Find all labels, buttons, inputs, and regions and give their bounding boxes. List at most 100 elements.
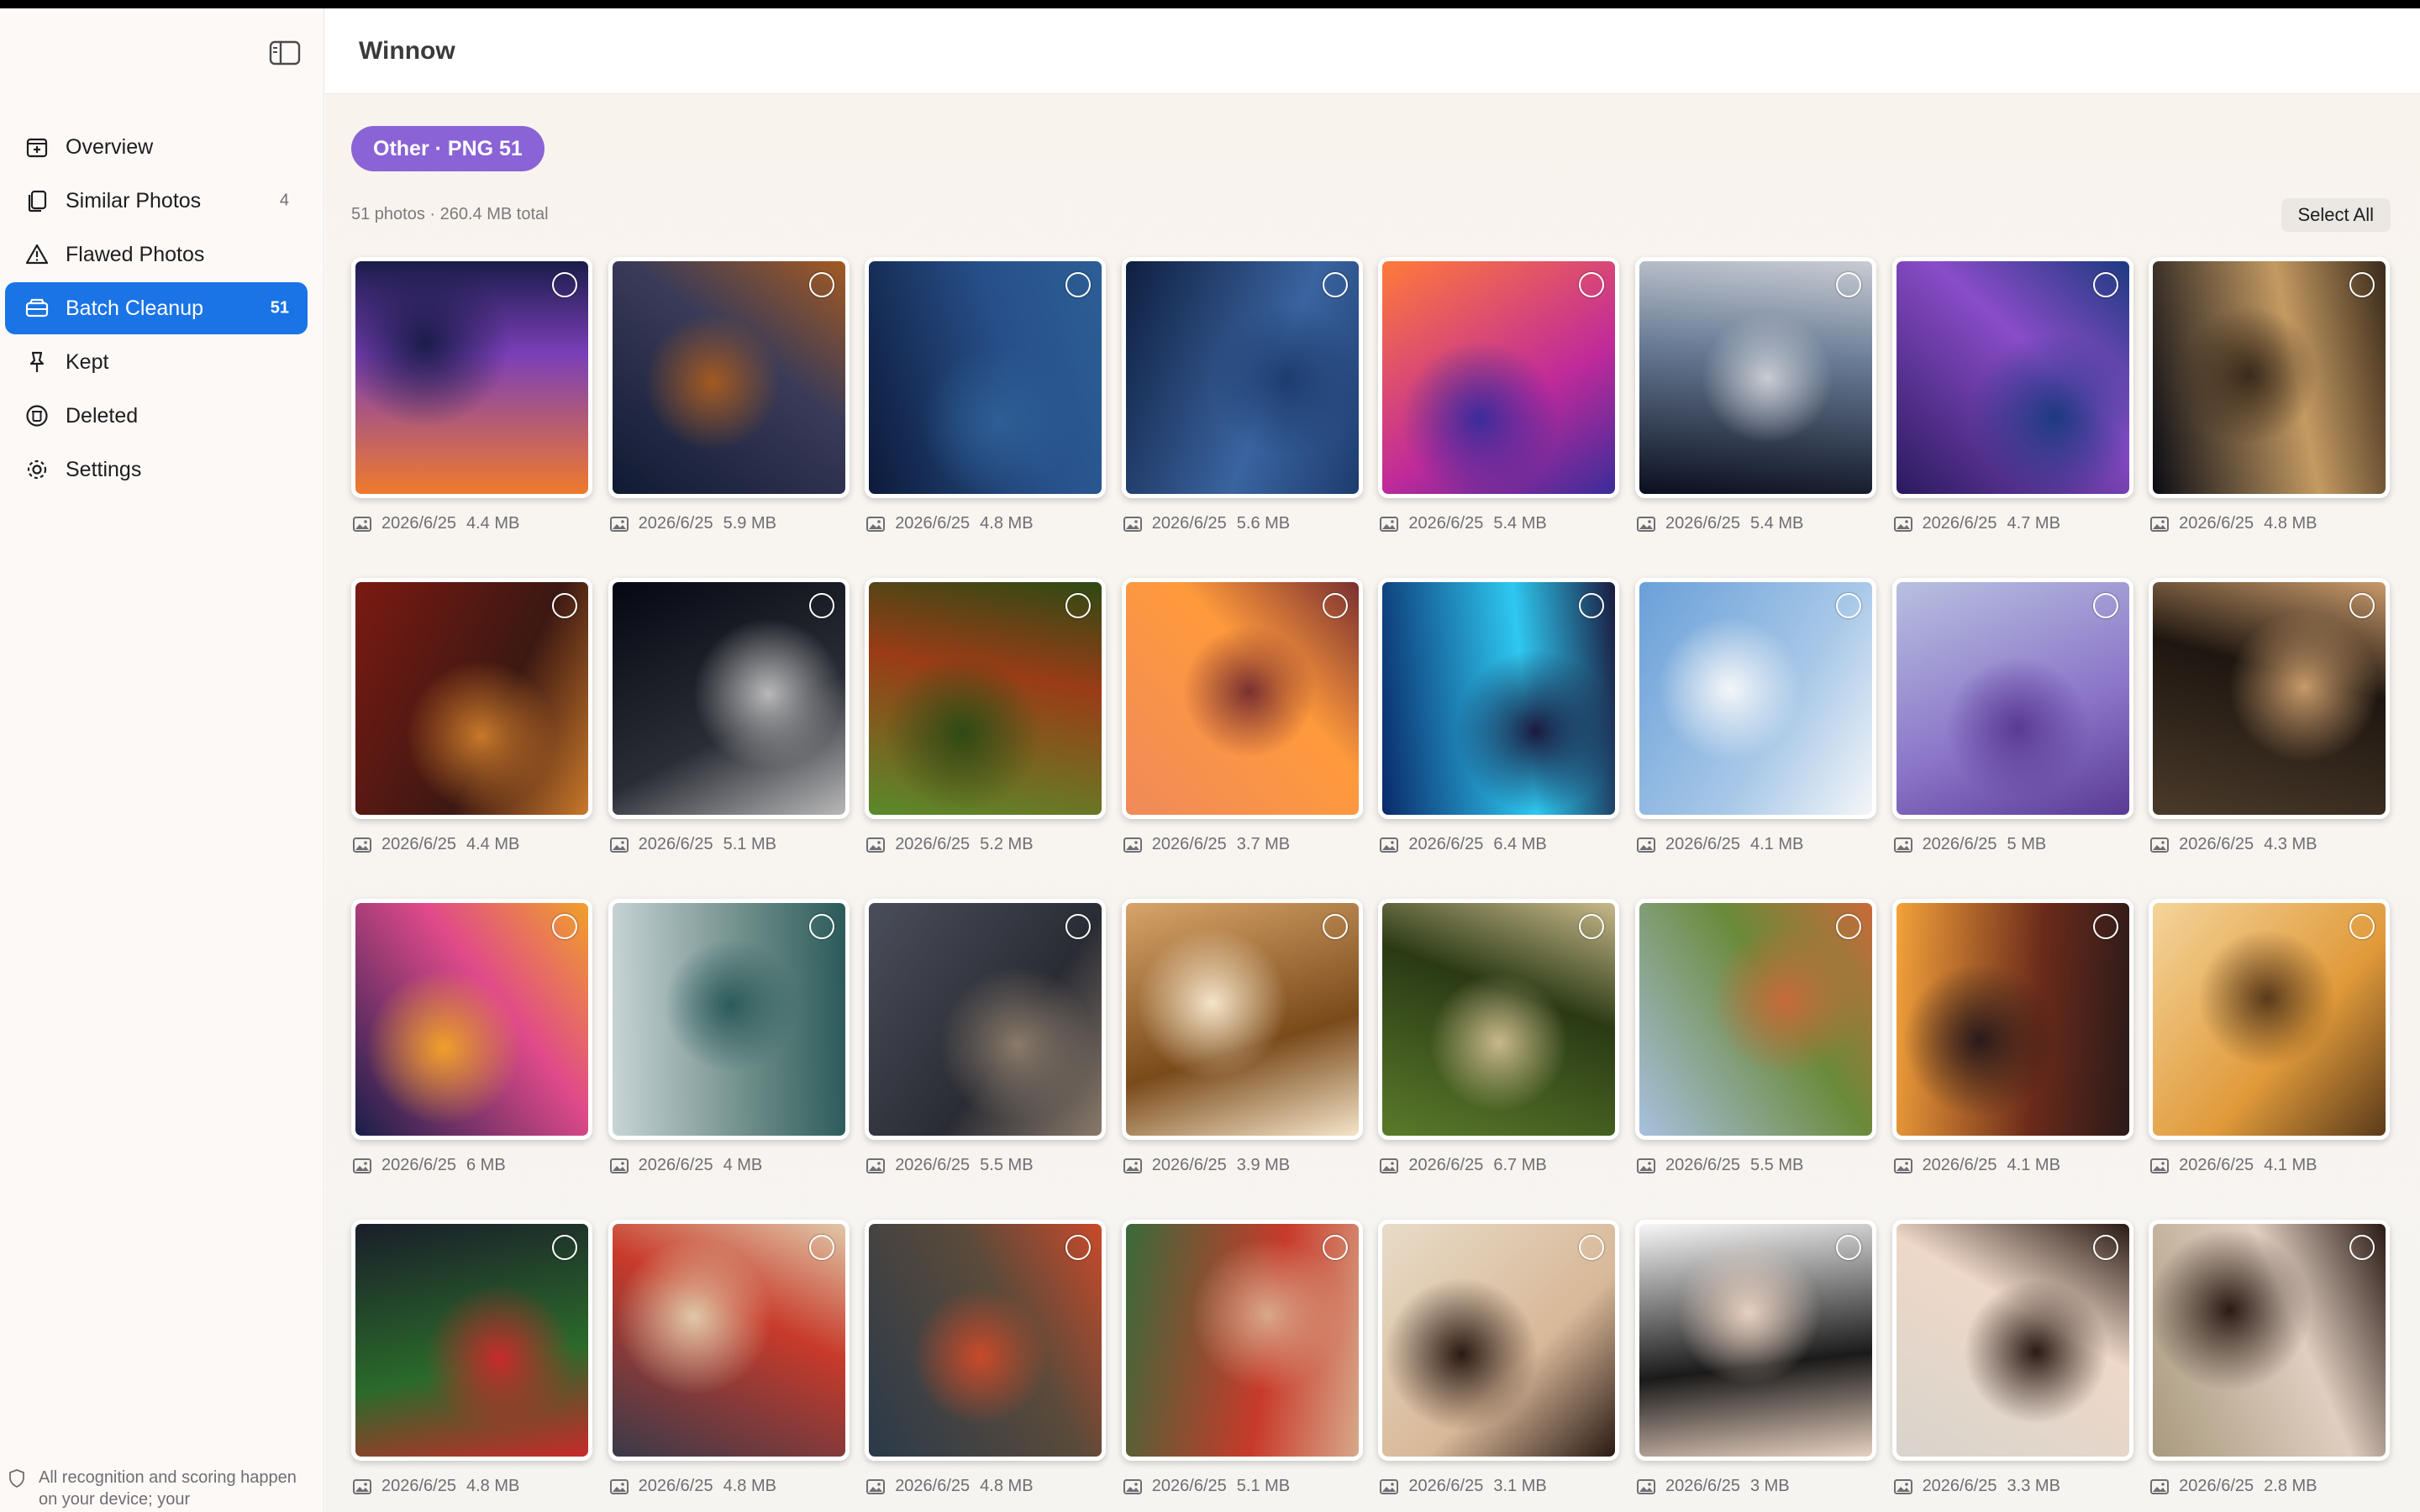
photo-thumbnail[interactable] (351, 1220, 592, 1461)
photo-meta: 2026/6/25 5.2 MB (866, 835, 1034, 854)
photo-thumbnail[interactable] (1634, 1220, 1876, 1461)
select-all-button[interactable]: Select All (2281, 198, 2391, 232)
photo-thumbnail[interactable] (2149, 578, 2391, 819)
photo-thumbnail[interactable] (1891, 1220, 2133, 1461)
sidebar-item-deleted[interactable]: Deleted (5, 390, 308, 442)
photo-meta: 2026/6/25 5.4 MB (1636, 514, 1803, 533)
photo-thumbnail[interactable] (1634, 578, 1876, 819)
select-checkbox[interactable] (1835, 914, 1861, 939)
photo-thumbnail[interactable] (351, 578, 592, 819)
select-checkbox[interactable] (1065, 914, 1092, 939)
photo-image (869, 261, 1102, 494)
select-checkbox[interactable] (2349, 593, 2375, 618)
photo-thumbnail[interactable] (865, 899, 1107, 1140)
select-checkbox[interactable] (552, 593, 577, 618)
photo-meta: 2026/6/25 3.1 MB (1380, 1477, 1547, 1496)
sidebar-item-batch-cleanup[interactable]: Batch Cleanup 51 (5, 282, 308, 334)
photo-thumbnail[interactable] (1378, 578, 1620, 819)
select-checkbox[interactable] (1835, 1235, 1861, 1260)
photo-thumbnail[interactable] (2149, 899, 2391, 1140)
sidebar-toggle-button[interactable] (267, 39, 302, 67)
photo-meta: 2026/6/25 4.1 MB (2150, 1156, 2317, 1175)
photo-card: 2026/6/25 4.3 MB (2149, 578, 2391, 853)
photo-thumbnail[interactable] (1378, 1220, 1620, 1461)
photo-thumbnail[interactable] (1891, 578, 2133, 819)
select-checkbox[interactable] (1835, 593, 1861, 618)
select-checkbox[interactable] (1065, 1235, 1092, 1260)
photo-thumbnail[interactable] (608, 578, 850, 819)
photo-thumbnail[interactable] (1634, 899, 1876, 1140)
select-checkbox[interactable] (808, 272, 834, 297)
photo-thumbnail[interactable] (865, 578, 1107, 819)
photo-thumbnail[interactable] (1634, 257, 1876, 498)
photo-thumbnail[interactable] (2149, 1220, 2391, 1461)
photo-image (2153, 1224, 2386, 1457)
similar-photos-icon (24, 187, 50, 214)
photo-date: 2026/6/25 (1665, 1156, 1740, 1174)
image-icon (1123, 516, 1142, 532)
select-checkbox[interactable] (552, 272, 577, 297)
photo-thumbnail[interactable] (1121, 899, 1363, 1140)
photo-meta: 2026/6/25 4.3 MB (2150, 835, 2317, 854)
select-checkbox[interactable] (2092, 272, 2118, 297)
photo-thumbnail[interactable] (351, 899, 592, 1140)
filter-chip[interactable]: Other · PNG 51 (351, 126, 544, 171)
photo-thumbnail[interactable] (351, 257, 592, 498)
select-checkbox[interactable] (1065, 272, 1092, 297)
photo-thumbnail[interactable] (608, 1220, 850, 1461)
select-checkbox[interactable] (2092, 1235, 2118, 1260)
select-checkbox[interactable] (1322, 914, 1348, 939)
photo-meta: 2026/6/25 4 MB (609, 1156, 762, 1175)
select-checkbox[interactable] (2349, 914, 2375, 939)
photo-size: 5.9 MB (723, 514, 776, 533)
photo-thumbnail[interactable] (608, 899, 850, 1140)
select-checkbox[interactable] (808, 593, 834, 618)
sidebar-item-kept[interactable]: Kept (5, 336, 308, 388)
photo-thumbnail[interactable] (1378, 899, 1620, 1140)
select-checkbox[interactable] (2092, 593, 2118, 618)
photo-thumbnail[interactable] (1121, 257, 1363, 498)
sidebar-item-settings[interactable]: Settings (5, 444, 308, 496)
photo-date: 2026/6/25 (381, 514, 456, 533)
photo-thumbnail[interactable] (865, 1220, 1107, 1461)
photo-image (1896, 903, 2129, 1136)
select-checkbox[interactable] (1322, 1235, 1348, 1260)
photo-size: 3.3 MB (2007, 1477, 2060, 1495)
select-checkbox[interactable] (808, 914, 834, 939)
sidebar-item-overview[interactable]: Overview (5, 121, 308, 173)
photo-thumbnail[interactable] (2149, 257, 2391, 498)
photo-thumbnail[interactable] (1891, 257, 2133, 498)
sidebar-item-label: Overview (66, 134, 154, 159)
photo-image (1896, 261, 2129, 494)
photo-thumbnail[interactable] (1378, 257, 1620, 498)
photo-meta: 2026/6/25 4.8 MB (866, 1477, 1034, 1496)
photo-thumbnail[interactable] (1891, 899, 2133, 1140)
photo-card: 2026/6/25 4.4 MB (351, 257, 592, 533)
select-checkbox[interactable] (2092, 914, 2118, 939)
select-checkbox[interactable] (1322, 272, 1348, 297)
photo-meta: 2026/6/25 4.8 MB (2150, 514, 2317, 533)
photo-card: 2026/6/25 6.7 MB (1378, 899, 1620, 1174)
select-checkbox[interactable] (552, 914, 577, 939)
photo-image (355, 582, 588, 815)
select-checkbox[interactable] (1065, 593, 1092, 618)
photo-size: 5.6 MB (1236, 514, 1291, 533)
select-checkbox[interactable] (1835, 272, 1861, 297)
select-checkbox[interactable] (2349, 272, 2375, 297)
select-checkbox[interactable] (1322, 593, 1348, 618)
photo-meta: 2026/6/25 4.8 MB (353, 1477, 519, 1496)
batch-cleanup-icon (24, 295, 50, 322)
photo-thumbnail[interactable] (1121, 1220, 1363, 1461)
photo-card: 2026/6/25 5.2 MB (865, 578, 1107, 853)
select-checkbox[interactable] (808, 1235, 834, 1260)
photo-card: 2026/6/25 4 MB (608, 899, 850, 1174)
sidebar-item-flawed-photos[interactable]: Flawed Photos (5, 228, 308, 281)
photo-image (2153, 582, 2386, 815)
select-checkbox[interactable] (2349, 1235, 2375, 1260)
photo-thumbnail[interactable] (608, 257, 850, 498)
photo-thumbnail[interactable] (1121, 578, 1363, 819)
select-checkbox[interactable] (552, 1235, 577, 1260)
photo-thumbnail[interactable] (865, 257, 1107, 498)
sidebar-item-similar-photos[interactable]: Similar Photos 4 (5, 175, 308, 227)
warning-icon (24, 241, 50, 268)
